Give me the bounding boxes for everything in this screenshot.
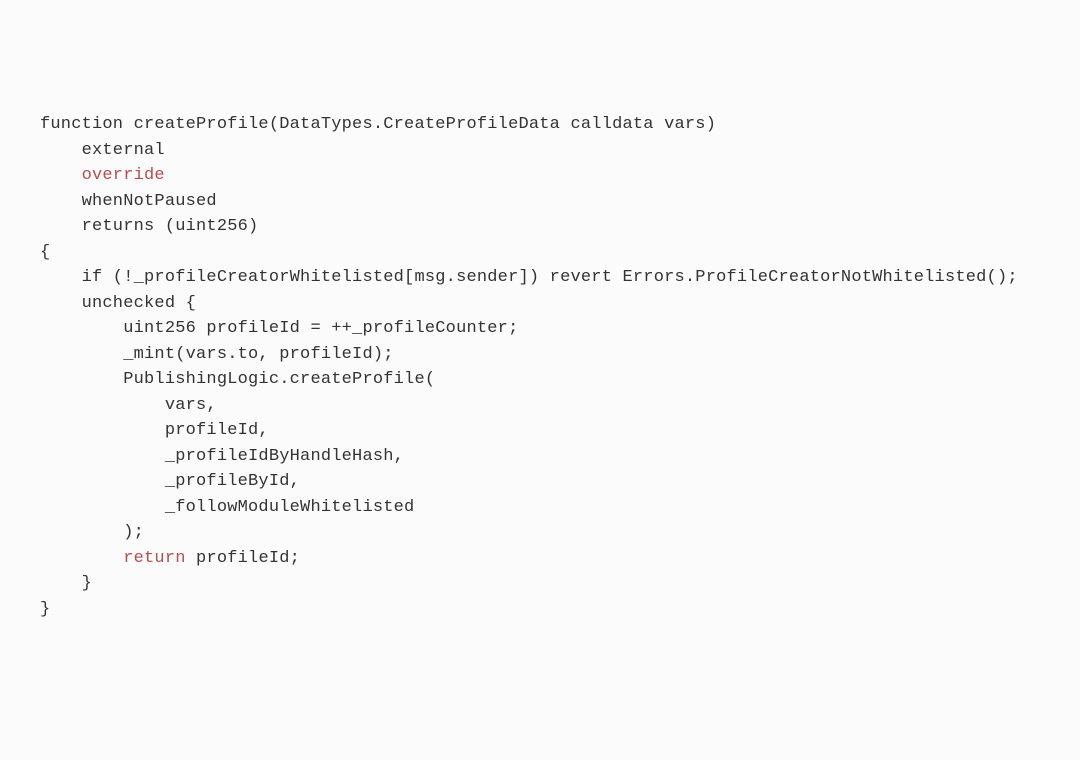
code-line-10: _mint(vars.to, profileId);: [40, 345, 394, 364]
code-line-13: profileId,: [40, 421, 269, 440]
code-line-6: {: [40, 243, 50, 262]
code-line-12: vars,: [40, 396, 217, 415]
code-line-9: uint256 profileId = ++_profileCounter;: [40, 319, 518, 338]
code-line-15: _profileById,: [40, 472, 300, 491]
code-line-16: _followModuleWhitelisted: [40, 498, 414, 517]
code-line-18-indent: [40, 549, 123, 568]
code-line-11: PublishingLogic.createProfile(: [40, 370, 435, 389]
code-line-14: _profileIdByHandleHash,: [40, 447, 404, 466]
code-block: function createProfile(DataTypes.CreateP…: [40, 112, 1080, 622]
code-line-19: }: [40, 574, 92, 593]
code-line-18-rest: profileId;: [186, 549, 300, 568]
code-line-2: external: [40, 141, 165, 160]
code-line-7: if (!_profileCreatorWhitelisted[msg.send…: [40, 268, 1018, 287]
code-line-5: returns (uint256): [40, 217, 258, 236]
code-line-17: );: [40, 523, 144, 542]
code-line-8: unchecked {: [40, 294, 196, 313]
code-line-20: }: [40, 600, 50, 619]
code-line-3-override: override: [40, 166, 165, 185]
code-line-4: whenNotPaused: [40, 192, 217, 211]
code-line-1: function createProfile(DataTypes.CreateP…: [40, 115, 716, 134]
code-line-18-return: return: [123, 549, 185, 568]
